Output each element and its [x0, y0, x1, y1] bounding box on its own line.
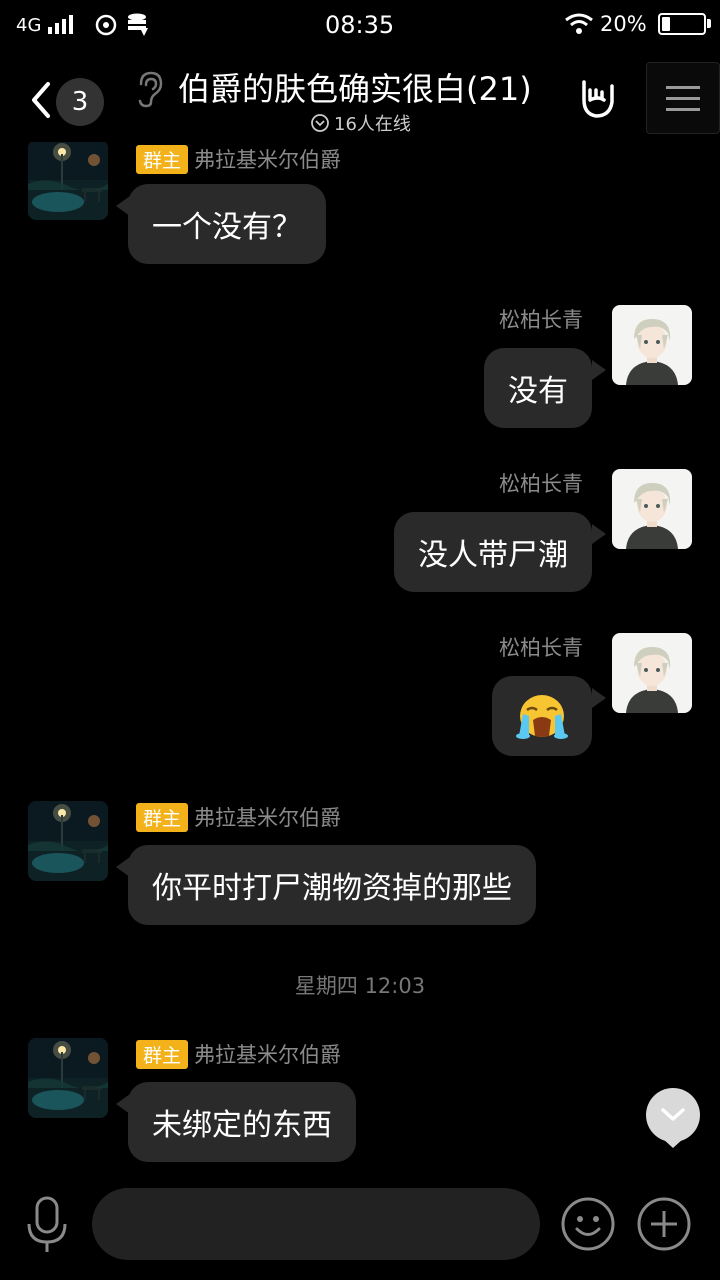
ear-icon[interactable] [134, 70, 164, 108]
bubble-tail [592, 688, 606, 708]
microphone-icon[interactable] [24, 1196, 70, 1254]
message-bubble[interactable]: 未绑定的东西 [128, 1082, 356, 1162]
crying-face-icon [516, 695, 568, 739]
sender-avatar[interactable] [28, 142, 108, 220]
sender-name[interactable]: 松柏长青 [499, 304, 583, 334]
sender-name[interactable]: 松柏长青 [499, 632, 583, 662]
group-owner-badge: 群主 [136, 144, 189, 174]
online-count: 16人在线 [334, 114, 411, 135]
time-divider: 星期四 12:03 [294, 974, 426, 998]
emoji-icon[interactable] [560, 1196, 616, 1252]
battery-fill [662, 17, 670, 31]
message-bubble[interactable]: 没有 [484, 348, 592, 428]
bubble-tail [592, 360, 606, 380]
sender-avatar[interactable] [28, 1038, 108, 1118]
clock: 08:35 [325, 11, 395, 39]
menu-line [666, 85, 700, 89]
message-bubble[interactable]: 一个没有？ [128, 184, 326, 264]
message-input[interactable] [92, 1188, 540, 1260]
sync-icon [95, 14, 117, 36]
menu-line [666, 107, 700, 111]
my-avatar[interactable] [612, 469, 692, 549]
signal-icon [48, 15, 73, 34]
unread-count-badge[interactable]: 3 [56, 78, 104, 126]
chevron-down-icon [661, 1108, 685, 1121]
message-list[interactable]: 群主 弗拉基米尔伯爵 一个没有？ 松柏长青 没有 松柏长青 没人带尸潮 松柏长青 [0, 142, 720, 1182]
my-avatar[interactable] [612, 633, 692, 713]
sender-header: 群主 弗拉基米尔伯爵 [136, 802, 341, 832]
scroll-to-bottom-button[interactable] [646, 1088, 700, 1142]
scroll-button-tail [662, 1138, 684, 1148]
data-icon [128, 13, 148, 36]
battery-cap [707, 19, 711, 28]
sender-header: 群主 弗拉基米尔伯爵 [136, 1039, 341, 1069]
battery-icon [658, 13, 706, 35]
message-bubble[interactable]: 你平时打尸潮物资掉的那些 [128, 845, 536, 925]
sender-name[interactable]: 弗拉基米尔伯爵 [194, 802, 341, 832]
sender-avatar[interactable] [28, 801, 108, 881]
message-bubble[interactable]: 没人带尸潮 [394, 512, 592, 592]
chevron-down-circle-icon [311, 114, 329, 132]
online-status[interactable]: 16人在线 [310, 110, 411, 136]
menu-button[interactable] [646, 62, 720, 134]
sender-name[interactable]: 弗拉基米尔伯爵 [194, 1039, 341, 1069]
group-owner-badge: 群主 [136, 802, 189, 832]
hand-gesture-icon[interactable] [576, 76, 616, 120]
battery-percent: 20% [600, 12, 647, 36]
menu-line [666, 96, 700, 100]
chat-title[interactable]: 伯爵的肤色确实很白(21) [178, 64, 532, 110]
sender-name[interactable]: 松柏长青 [499, 468, 583, 498]
wifi-icon [565, 13, 593, 34]
bubble-tail [592, 524, 606, 544]
group-owner-badge: 群主 [136, 1039, 189, 1069]
sender-header: 群主 弗拉基米尔伯爵 [136, 144, 341, 174]
plus-icon[interactable] [636, 1196, 692, 1252]
network-type: 4G [16, 15, 42, 36]
message-bubble[interactable] [492, 676, 592, 756]
my-avatar[interactable] [612, 305, 692, 385]
sender-name[interactable]: 弗拉基米尔伯爵 [194, 144, 341, 174]
